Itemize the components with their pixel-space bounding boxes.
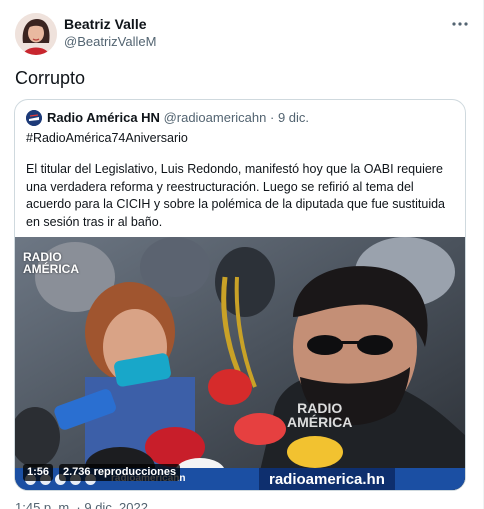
tweet-timestamp[interactable]: 1:45 p. m. · 9 dic. 2022 — [15, 500, 148, 509]
author-name[interactable]: Beatriz Valle — [64, 16, 147, 32]
video-duration: 1:56 — [23, 464, 54, 481]
quoted-hashtag: #RadioAmérica74Aniversario — [26, 131, 188, 145]
quoted-body: El titular del Legislativo, Luis Redondo… — [26, 162, 446, 229]
more-options-icon[interactable] — [450, 14, 470, 34]
video-player[interactable]: RADIO AMÉRICA RADIO AMÉRICA radioamerica… — [15, 237, 465, 490]
quoted-header: Radio América HN @radioamericahn · 9 dic… — [47, 110, 309, 125]
banner-site: radioamerica.hn — [259, 468, 395, 490]
video-frame-image — [15, 237, 465, 490]
quoted-handle[interactable]: @radioamericahn — [164, 110, 267, 125]
tweet-card: Beatriz Valle @BeatrizValleM Corrupto Ra… — [0, 0, 484, 509]
quoted-tweet[interactable]: Radio América HN @radioamericahn · 9 dic… — [14, 99, 466, 491]
tweet-text: Corrupto — [15, 68, 86, 88]
profile-photo-icon — [15, 13, 57, 55]
author-avatar[interactable] — [15, 13, 57, 55]
video-watermark-top: RADIO AMÉRICA — [23, 250, 79, 276]
quoted-avatar[interactable] — [26, 110, 42, 126]
quoted-date[interactable]: · 9 dic. — [270, 110, 309, 125]
video-views: 2.736 reproducciones — [59, 464, 181, 481]
video-watermark-mid: RADIO AMÉRICA — [287, 400, 353, 430]
quoted-name[interactable]: Radio América HN — [47, 110, 160, 125]
radio-america-logo-icon — [26, 110, 42, 126]
author-handle[interactable]: @BeatrizValleM — [64, 34, 156, 49]
